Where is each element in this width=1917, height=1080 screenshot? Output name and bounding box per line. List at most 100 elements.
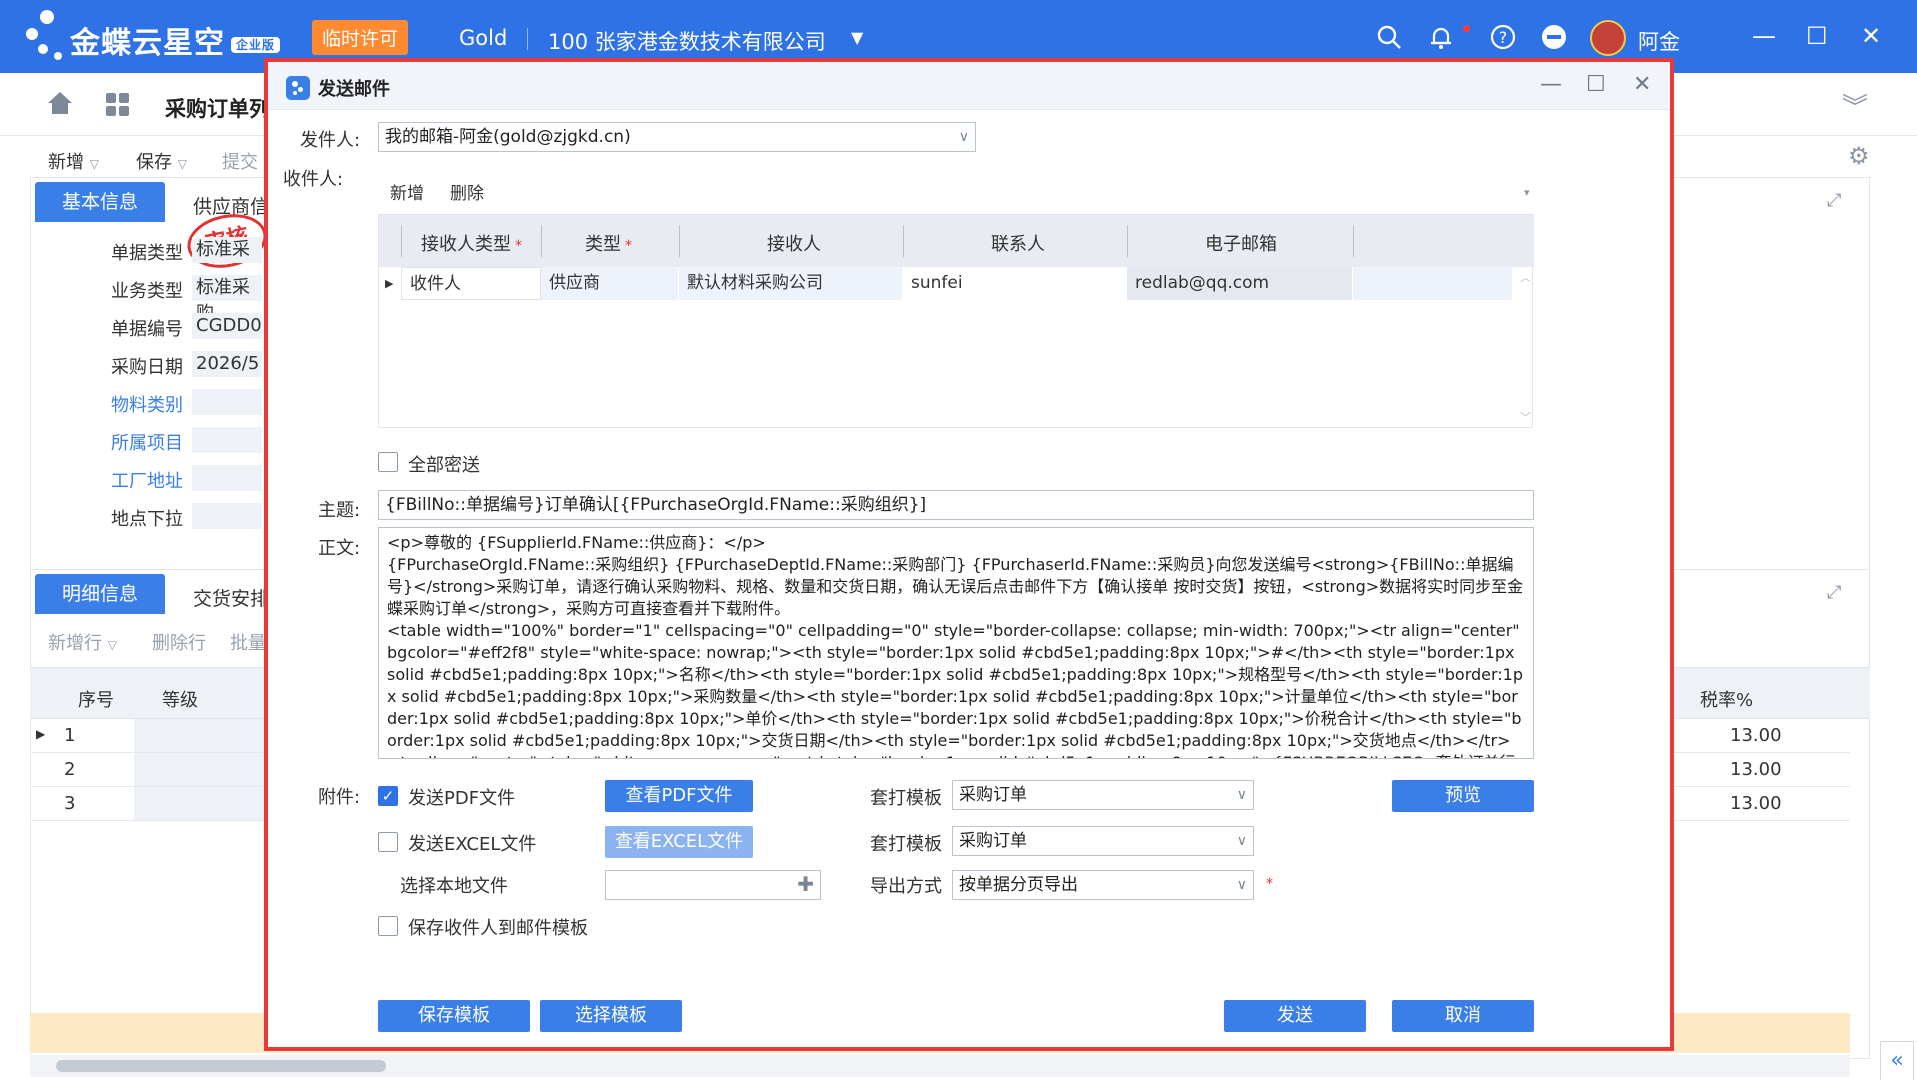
- preview-button[interactable]: 预览: [1392, 780, 1534, 812]
- chevron-down-icon[interactable]: ∨: [1237, 781, 1247, 809]
- view-excel-button[interactable]: 查看EXCEL文件: [605, 826, 753, 858]
- temporary-license-badge[interactable]: 临时许可: [312, 20, 409, 55]
- help-icon[interactable]: ?: [1490, 24, 1516, 50]
- print-template-select-pdf[interactable]: 采购订单 ∨: [952, 780, 1254, 810]
- cancel-button[interactable]: 取消: [1392, 1000, 1534, 1032]
- recipient-cell[interactable]: 默认材料采购公司: [679, 267, 903, 300]
- minimize-icon[interactable]: —: [1752, 22, 1776, 50]
- recipient-type-cell[interactable]: 收件人: [401, 267, 541, 300]
- field-value[interactable]: 2026/5: [192, 351, 262, 377]
- tab-basic-info[interactable]: 基本信息: [35, 182, 165, 222]
- field-label[interactable]: 所属项目: [111, 429, 183, 455]
- scrollbar-thumb[interactable]: [56, 1060, 386, 1072]
- send-email-dialog: 发送邮件 — ☐ ✕ 发件人: 我的邮箱-阿金(gold@zjgkd.cn) ∨ …: [264, 58, 1674, 1051]
- minimize-icon[interactable]: —: [1540, 72, 1562, 97]
- add-row-button[interactable]: 新增行 ▽: [48, 629, 117, 655]
- field-value[interactable]: [192, 427, 262, 453]
- gear-icon[interactable]: ⚙: [1848, 142, 1870, 170]
- user-account[interactable]: Gold: [459, 26, 507, 50]
- bell-icon[interactable]: [1428, 24, 1454, 50]
- row-seq: 3: [64, 793, 76, 814]
- column-header[interactable]: 电子邮箱: [1205, 230, 1277, 256]
- tab-detail-info[interactable]: 明细信息: [35, 574, 165, 614]
- organization-selector[interactable]: 100 张家港金数技术有限公司: [548, 26, 826, 56]
- field-value[interactable]: [192, 465, 262, 491]
- chevron-down-icon[interactable]: ∨: [959, 123, 969, 151]
- body-textarea[interactable]: <p>尊敬的 {FSupplierId.FName::供应商}：</p> {FP…: [378, 527, 1534, 759]
- column-header[interactable]: 税率%: [1700, 686, 1753, 712]
- column-header[interactable]: 序号: [78, 686, 114, 712]
- email-cell[interactable]: redlab@qq.com: [1127, 267, 1353, 300]
- expand-icon[interactable]: ⤢: [1827, 190, 1841, 211]
- divider: [1353, 225, 1354, 257]
- app-grid-icon[interactable]: [106, 93, 130, 117]
- tab-delivery[interactable]: 交货安排: [193, 584, 269, 611]
- grade-cell[interactable]: [134, 719, 264, 752]
- maximize-icon[interactable]: ☐: [1586, 72, 1606, 97]
- home-icon[interactable]: [46, 90, 74, 116]
- save-recipients-checkbox[interactable]: [378, 916, 398, 936]
- export-method-label: 导出方式: [870, 876, 942, 897]
- save-button[interactable]: 保存 ▽: [136, 148, 187, 174]
- expand-icon[interactable]: ⤢: [1827, 582, 1841, 603]
- type-cell[interactable]: 供应商: [541, 267, 679, 300]
- column-header[interactable]: 接收人类型 *: [421, 230, 522, 256]
- double-chevron-down-icon[interactable]: ︾: [1842, 87, 1868, 124]
- field-value[interactable]: 标准采购: [192, 275, 262, 324]
- print-template-select-excel[interactable]: 采购订单 ∨: [952, 826, 1254, 856]
- delete-recipient-button[interactable]: 删除: [450, 179, 484, 204]
- export-method-select[interactable]: 按单据分页导出 ∨: [952, 870, 1254, 900]
- grid-menu-icon[interactable]: ▾: [1524, 186, 1530, 199]
- bcc-all-checkbox[interactable]: [378, 452, 398, 472]
- field-value[interactable]: [192, 389, 262, 415]
- local-file-input[interactable]: ✚: [605, 870, 821, 900]
- batch-button[interactable]: 批量: [230, 629, 266, 655]
- tax-rate-cell[interactable]: 13.00: [1730, 793, 1782, 814]
- collapse-left-icon[interactable]: «: [1880, 1041, 1914, 1080]
- view-pdf-button[interactable]: 查看PDF文件: [605, 780, 753, 812]
- field-label[interactable]: 物料类别: [111, 391, 183, 417]
- send-excel-checkbox[interactable]: [378, 832, 398, 852]
- dialog-title-bar: 发送邮件 — ☐ ✕: [268, 62, 1670, 110]
- horizontal-scrollbar[interactable]: [30, 1055, 1850, 1077]
- delete-row-button[interactable]: 删除行: [152, 629, 206, 655]
- field-value[interactable]: [192, 503, 262, 529]
- tax-rate-cell[interactable]: 13.00: [1730, 725, 1782, 746]
- column-header[interactable]: 联系人: [991, 230, 1045, 256]
- column-header[interactable]: 接收人: [767, 230, 821, 256]
- chevron-down-icon[interactable]: ∨: [1237, 827, 1247, 855]
- tax-rate-cell[interactable]: 13.00: [1730, 759, 1782, 780]
- contact-cell[interactable]: sunfei: [903, 267, 1127, 300]
- user-name[interactable]: 阿金: [1638, 26, 1680, 56]
- column-header[interactable]: 等级: [162, 686, 198, 712]
- add-button[interactable]: 新增 ▽: [48, 148, 99, 174]
- chevron-down-icon[interactable]: ∨: [1237, 871, 1247, 899]
- close-icon[interactable]: ✕: [1861, 22, 1881, 50]
- status-icon[interactable]: [1541, 24, 1567, 50]
- add-recipient-button[interactable]: 新增: [390, 179, 424, 204]
- avatar[interactable]: [1590, 20, 1626, 56]
- sender-select[interactable]: 我的邮箱-阿金(gold@zjgkd.cn) ∨: [378, 122, 976, 152]
- search-icon[interactable]: [1376, 24, 1402, 50]
- field-label: 业务类型: [111, 281, 183, 302]
- choose-template-button[interactable]: 选择模板: [540, 1000, 682, 1032]
- save-template-button[interactable]: 保存模板: [378, 1000, 530, 1032]
- table-row[interactable]: ▶ 收件人 供应商 默认材料采购公司 sunfei redlab@qq.com: [379, 267, 1534, 300]
- chevron-down-icon[interactable]: ▼: [851, 28, 863, 47]
- grade-cell[interactable]: [134, 753, 264, 786]
- submit-button[interactable]: 提交: [222, 148, 258, 174]
- plus-icon[interactable]: ✚: [797, 871, 814, 898]
- subject-input[interactable]: {FBillNo::单据编号}订单确认[{FPurchaseOrgId.FNam…: [378, 490, 1534, 520]
- close-icon[interactable]: ✕: [1633, 72, 1651, 97]
- vertical-scrollbar[interactable]: ︿ ﹀: [1517, 267, 1533, 427]
- field-value[interactable]: CGDD0: [192, 313, 262, 339]
- column-header[interactable]: 类型 *: [585, 230, 632, 256]
- send-pdf-checkbox[interactable]: ✓: [378, 786, 398, 806]
- send-button[interactable]: 发送: [1224, 1000, 1366, 1032]
- page-tab-title[interactable]: 采购订单列: [165, 93, 270, 123]
- field-label[interactable]: 工厂地址: [111, 467, 183, 493]
- grade-cell[interactable]: [134, 787, 264, 820]
- maximize-icon[interactable]: ☐: [1806, 22, 1828, 50]
- field-value[interactable]: 标准采: [192, 237, 262, 263]
- mail-app-icon: [286, 76, 310, 100]
